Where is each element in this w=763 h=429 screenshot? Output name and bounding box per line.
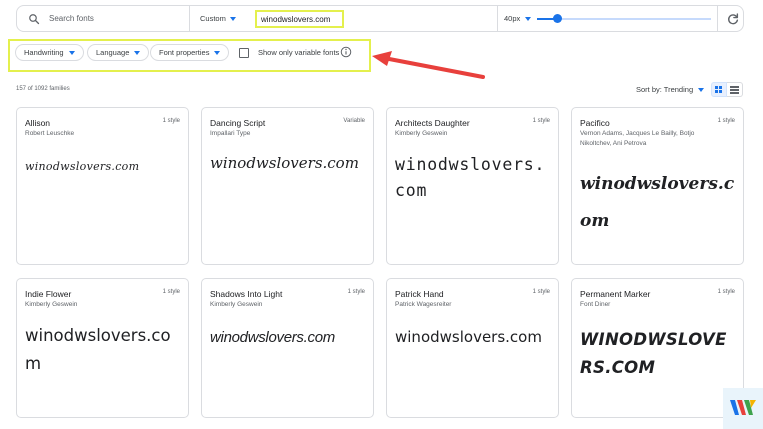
- caret-down-icon: [134, 50, 141, 55]
- font-sample: winodwslovers.com: [25, 160, 140, 173]
- font-sample: winodwslovers.com: [580, 174, 735, 231]
- font-sample: winodwslovers.com: [210, 154, 359, 172]
- font-sample: WINODWSLOVERS.COM: [580, 330, 727, 377]
- style-count: 1 style: [717, 118, 735, 124]
- sort-select[interactable]: Sort by: Trending: [636, 85, 705, 94]
- font-sample: winodwslovers.com: [25, 326, 171, 373]
- variable-fonts-label[interactable]: Show only variable fonts: [258, 48, 339, 57]
- font-author: Robert Leuschke: [25, 130, 75, 137]
- list-view-button[interactable]: [727, 82, 743, 97]
- slider-thumb[interactable]: [553, 14, 563, 23]
- font-sample: winodwslovers.com: [395, 328, 542, 346]
- preview-mode-select[interactable]: Custom: [200, 14, 226, 23]
- font-name: Allison: [25, 118, 51, 128]
- font-name: Patrick Hand: [395, 289, 444, 299]
- font-sample: winodwslovers.com: [395, 155, 546, 200]
- sample-text-highlight: [255, 10, 344, 28]
- font-card-architects-daughter[interactable]: Architects Daughter 1 style Kimberly Ges…: [386, 107, 559, 265]
- logo-icon: [730, 400, 756, 415]
- sample-text-input[interactable]: [261, 14, 342, 24]
- grid-view-button[interactable]: [711, 82, 727, 97]
- search-segment[interactable]: Search fonts: [17, 6, 189, 31]
- filter-chip-language[interactable]: Language: [87, 44, 150, 61]
- font-author: Vernon Adams, Jacques Le Bailly, Botjo N…: [580, 130, 695, 147]
- caret-down-icon[interactable]: [525, 17, 531, 21]
- font-size-segment: 40px: [497, 6, 731, 31]
- divider: [717, 6, 718, 31]
- font-name: Permanent Marker: [580, 289, 651, 299]
- font-size-slider[interactable]: [537, 18, 711, 20]
- font-card-dancing-script[interactable]: Dancing Script Variable Impallari Type w…: [201, 107, 374, 265]
- font-card-patrick-hand[interactable]: Patrick Hand 1 style Patrick Wagesreiter…: [386, 278, 559, 418]
- caret-down-icon: [214, 50, 221, 55]
- style-count: 1 style: [162, 118, 180, 124]
- caret-down-icon: [68, 50, 75, 55]
- filter-chip-font-properties[interactable]: Font properties: [150, 44, 230, 61]
- style-count: Variable: [343, 118, 365, 124]
- font-search-bar: Search fonts Custom 40px: [16, 5, 744, 32]
- font-card-indie-flower[interactable]: Indie Flower 1 style Kimberly Geswein wi…: [16, 278, 189, 418]
- font-name: Dancing Script: [210, 118, 266, 128]
- search-input[interactable]: Search fonts: [49, 14, 94, 23]
- info-icon[interactable]: [340, 46, 352, 58]
- font-card-shadows-into-light[interactable]: Shadows Into Light 1 style Kimberly Gesw…: [201, 278, 374, 418]
- font-card-permanent-marker[interactable]: Permanent Marker 1 style Font Diner WINO…: [571, 278, 744, 418]
- font-name: Indie Flower: [25, 289, 72, 299]
- style-count: 1 style: [532, 289, 550, 295]
- font-author: Font Diner: [580, 301, 611, 308]
- filter-chip-handwriting[interactable]: Handwriting: [15, 44, 84, 61]
- font-author: Kimberly Geswein: [210, 301, 263, 308]
- list-view-icon: [730, 86, 739, 94]
- style-count: 1 style: [162, 289, 180, 295]
- site-logo: [723, 388, 763, 429]
- font-author: Impallari Type: [210, 130, 251, 137]
- font-size-select[interactable]: 40px: [504, 14, 520, 23]
- style-count: 1 style: [347, 289, 365, 295]
- sort-label: Sort by: Trending: [636, 85, 694, 94]
- grid-view-icon: [715, 86, 722, 93]
- chip-label: Language: [96, 48, 130, 57]
- caret-down-icon[interactable]: [230, 17, 236, 21]
- search-icon: [29, 14, 40, 25]
- variable-fonts-checkbox[interactable]: [239, 48, 249, 58]
- font-author: Kimberly Geswein: [395, 130, 448, 137]
- refresh-icon[interactable]: [726, 12, 740, 26]
- caret-down-icon: [698, 87, 705, 92]
- chip-label: Font properties: [159, 48, 210, 57]
- style-count: 1 style: [532, 118, 550, 124]
- style-count: 1 style: [717, 289, 735, 295]
- font-sample: winodwslovers.com: [210, 329, 335, 346]
- chip-label: Handwriting: [24, 48, 64, 57]
- results-count: 157 of 1092 families: [16, 86, 70, 92]
- font-card-pacifico[interactable]: Pacifico 1 style Vernon Adams, Jacques L…: [571, 107, 744, 265]
- font-card-allison[interactable]: Allison 1 style Robert Leuschke winodwsl…: [16, 107, 189, 265]
- font-name: Pacifico: [580, 118, 610, 128]
- font-author: Kimberly Geswein: [25, 301, 78, 308]
- annotation-arrow: [372, 51, 485, 79]
- font-author: Patrick Wagesreiter: [395, 301, 452, 308]
- font-name: Architects Daughter: [395, 118, 470, 128]
- font-name: Shadows Into Light: [210, 289, 283, 299]
